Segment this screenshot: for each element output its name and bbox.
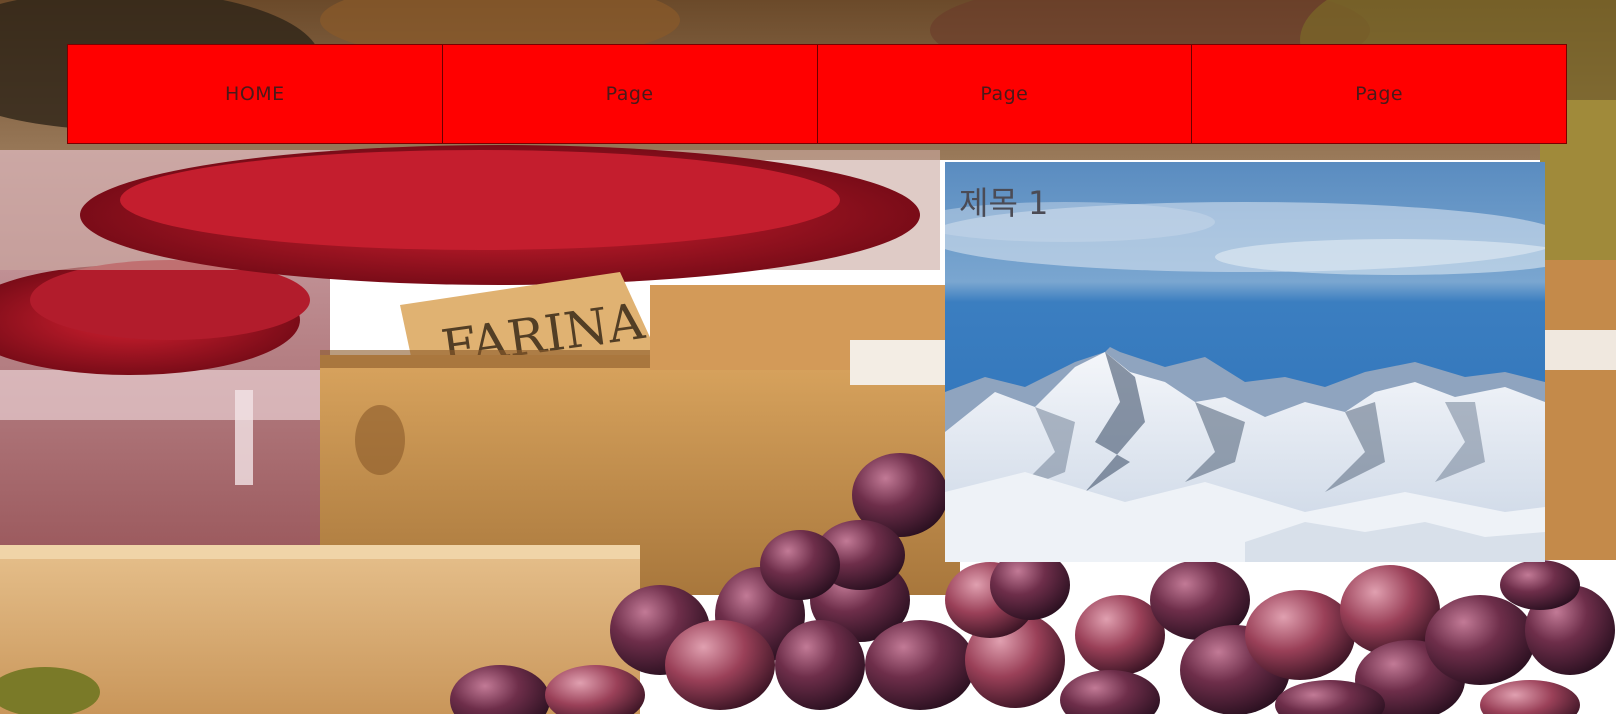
nav-bar: HOME Page Page Page xyxy=(67,44,1567,144)
nav-item-page-2[interactable]: Page xyxy=(818,45,1193,143)
card-title: 제목 1 xyxy=(959,184,1049,222)
content-card: 제목 1 xyxy=(945,162,1545,562)
nav-item-page-1[interactable]: Page xyxy=(443,45,818,143)
nav-item-page-3[interactable]: Page xyxy=(1192,45,1566,143)
page: FARINA HOME Page Page Page 제목 1 xyxy=(0,0,1616,714)
nav-item-home[interactable]: HOME xyxy=(68,45,443,143)
